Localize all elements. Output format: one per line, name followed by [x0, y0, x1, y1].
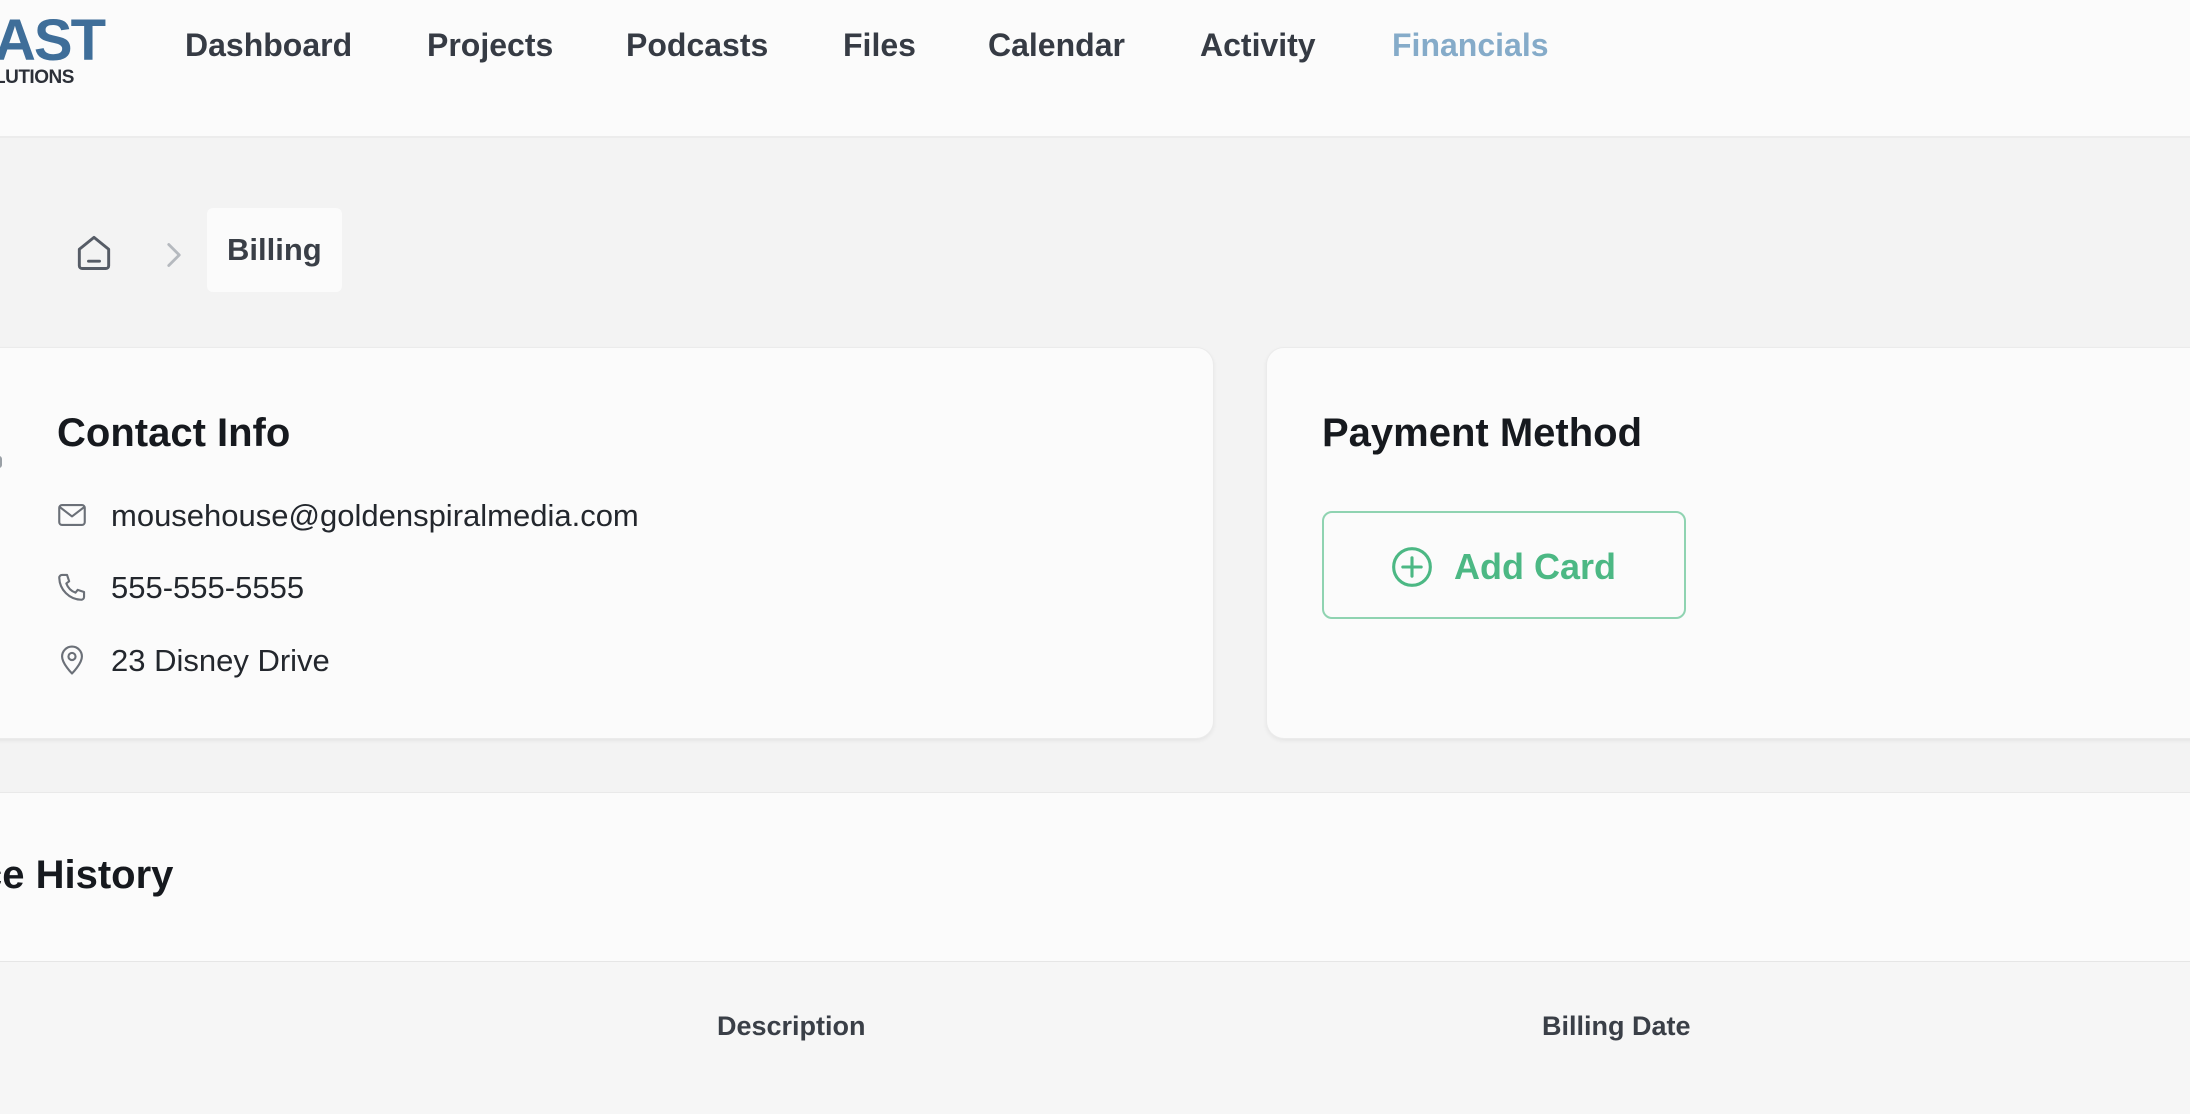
- contact-email[interactable]: mousehouse@goldenspiralmedia.com: [111, 496, 639, 536]
- nav-item-files[interactable]: Files: [843, 22, 916, 68]
- breadcrumb-current: Billing: [207, 208, 342, 292]
- column-header-billing-date[interactable]: Billing Date: [1542, 1008, 1691, 1044]
- home-icon[interactable]: [72, 230, 116, 274]
- nav-item-financials[interactable]: Financials: [1392, 22, 1549, 68]
- add-card-label: Add Card: [1454, 546, 1616, 587]
- column-header-description[interactable]: Description: [717, 1008, 866, 1044]
- contact-phone[interactable]: 555-555-5555: [111, 568, 304, 608]
- nav-item-projects[interactable]: Projects: [427, 22, 553, 68]
- brand-logo-line1: AST: [0, 8, 106, 73]
- nav-item-dashboard[interactable]: Dashboard: [185, 22, 352, 68]
- brand-logo[interactable]: AST LUTIONS: [0, 8, 106, 88]
- mail-icon: [58, 504, 86, 526]
- invoice-history-title: ce History: [0, 853, 174, 897]
- chevron-right-icon: [167, 243, 181, 267]
- plus-circle-icon: [1392, 547, 1432, 587]
- top-navigation-bar: AST LUTIONS Dashboard Projects Podcasts …: [0, 0, 2190, 138]
- nav-item-calendar[interactable]: Calendar: [988, 22, 1125, 68]
- payment-method-title: Payment Method: [1322, 411, 1643, 455]
- edge-indicator: [0, 456, 2, 468]
- contact-info-title: Contact Info: [57, 411, 291, 455]
- nav-item-activity[interactable]: Activity: [1200, 22, 1316, 68]
- phone-icon: [58, 573, 86, 601]
- map-pin-icon: [61, 645, 83, 675]
- contact-address: 23 Disney Drive: [111, 643, 330, 678]
- invoice-table-header: Description Billing Date: [0, 961, 2190, 1114]
- nav-item-podcasts[interactable]: Podcasts: [626, 22, 768, 68]
- brand-logo-line2: LUTIONS: [0, 67, 74, 88]
- payment-method-card: Payment Method Add Card: [1266, 347, 2190, 739]
- add-card-button[interactable]: Add Card: [1322, 511, 1686, 619]
- invoice-history-section: ce History Description Billing Date: [0, 792, 2190, 1114]
- contact-info-card: Contact Info mousehouse@goldenspiralmedi…: [0, 347, 1214, 739]
